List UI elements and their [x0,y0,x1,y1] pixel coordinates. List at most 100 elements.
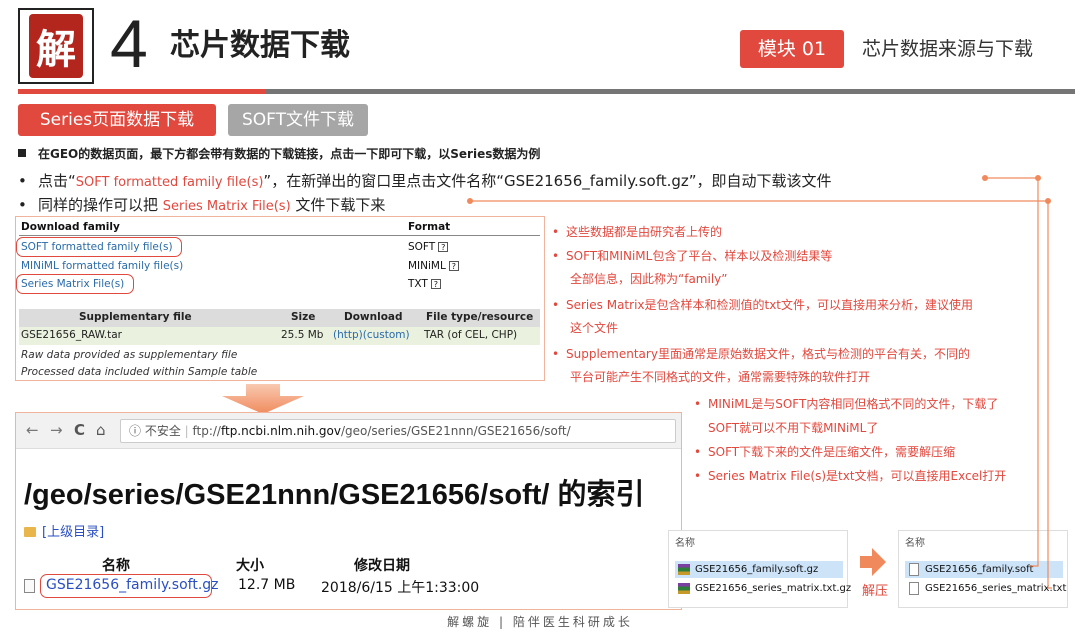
connector-dot [467,198,473,204]
note-bullet: • [552,298,560,312]
square-bullet-icon [18,149,26,157]
note-uploaded: • 这些数据都是由研究者上传的 [552,224,722,240]
url-host: ftp.ncbi.nlm.nih.gov [220,424,341,438]
bullet-soft-pre: 点击“ [38,172,76,190]
file-row-matrix-gz[interactable]: GSE21656_series_matrix.txt.gz [675,580,851,597]
header-divider [19,235,540,236]
footer: 解螺旋 | 陪伴医生科研成长 [447,615,633,629]
format-label: MINiML [408,260,446,272]
module-badge: 模块 01 [740,30,844,68]
parent-directory-link[interactable]: [上级目录] [24,521,104,540]
bullet-soft: • 点击“SOFT formatted family file(s)”，在新弹出的… [18,170,832,191]
note-text: 这些数据都是由研究者上传的 [566,225,723,239]
connector-dot [1045,198,1051,204]
note-text: SOFT和MINiML包含了平台、样本以及检测结果等 [566,249,833,263]
col-supplementary-file: Supplementary file [79,311,192,323]
file-name: GSE21656_series_matrix.txt [925,583,1067,594]
supp-file-type: TAR (of CEL, CHP) [424,329,518,341]
file-icon [24,579,35,593]
connector-line [1030,178,1039,567]
col-file-type: File type/resource [426,311,534,323]
module-name: 芯片数据来源与下载 [862,38,1034,60]
note-text: Series Matrix是包含样本和检测值的txt文件，可以直接用来分析，建议… [566,298,974,312]
format-label: TXT [408,278,428,290]
address-bar: ← → C ⌂ ⓘ 不安全 | ftp://ftp.ncbi.nlm.nih.g… [16,413,681,449]
url-prefix: ftp:// [192,424,221,438]
bullet-dot: • [18,196,27,214]
help-icon[interactable]: ? [448,261,459,271]
col-size: 大小 [236,558,264,574]
file-row-soft-gz[interactable]: GSE21656_family.soft.gz [675,561,843,578]
highlight-oval-file [40,574,212,598]
note-family: 全部信息，因此称为“family” [570,272,728,286]
down-arrow-icon [222,384,304,414]
explorer-header: 名称 [675,538,695,549]
help-icon[interactable]: ? [430,279,441,289]
note-bullet: • [694,445,702,459]
format-label: SOFT [408,241,436,253]
bullet-soft-post: ”，在新弹出的窗口里点击文件名称“GSE21656_family.soft.gz… [263,172,832,190]
header-rule [265,89,1075,94]
chapter-number: 4 [110,6,148,82]
geo-download-panel: Download family Format SOFT formatted fa… [15,216,545,381]
logo-char: 解 [36,26,76,73]
security-indicator[interactable]: ⓘ 不安全 [129,424,181,438]
url-path: /geo/series/GSE21nnn/GSE21656/soft/ [340,424,571,438]
note-bullet: • [552,347,560,361]
file-name: GSE21656_family.soft [925,564,1034,575]
col-modified: 修改日期 [354,558,410,574]
bullet-intro: 在GEO的数据页面，最下方都会带有数据的下载链接，点击一下即可下载，以Serie… [18,145,540,162]
forward-icon[interactable]: → [50,421,63,439]
format-header: Format [408,221,451,233]
archive-icon [678,564,690,575]
bullet-soft-highlight: SOFT formatted family file(s) [75,175,264,190]
note-text: Supplementary里面通常是原始数据文件，格式与检测的平台有关，不同的 [566,347,970,361]
note-soft-miniml: • SOFT和MINiML包含了平台、样本以及检测结果等 [552,248,832,264]
unzip-label: 解压 [862,584,889,599]
unzip-arrow-icon [860,548,886,576]
miniml-family-link[interactable]: MINiML formatted family file(s) [21,260,183,272]
subnote-miniml: • MINiML是与SOFT内容相同但格式不同的文件，下载了 [694,396,998,412]
page-title: /geo/series/GSE21nnn/GSE21656/soft/ 的索引 [24,479,645,511]
processed-data-note: Processed data included within Sample ta… [21,366,258,378]
supp-file-name: GSE21656_RAW.tar [21,329,122,341]
folder-up-icon [24,527,36,537]
document-icon [909,563,919,576]
bullet-matrix-highlight: Series Matrix File(s) [162,199,291,214]
note-bullet: • [552,249,560,263]
note-text: SOFT下载下来的文件是压缩文件，需要解压缩 [708,445,956,459]
highlight-oval-matrix [16,274,134,294]
tab-series-download[interactable]: Series页面数据下载 [18,104,216,136]
col-download: Download [344,311,403,323]
reload-icon[interactable]: C [74,421,85,439]
highlight-oval-soft [16,237,182,257]
explorer-compressed: 名称 GSE21656_family.soft.gz GSE21656_seri… [668,530,851,608]
url-field[interactable]: ⓘ 不安全 | ftp://ftp.ncbi.nlm.nih.gov/geo/s… [120,419,676,443]
tab-soft-download[interactable]: SOFT文件下载 [228,104,368,136]
archive-icon [678,583,690,594]
back-icon[interactable]: ← [26,421,39,439]
note-bullet: • [694,397,702,411]
raw-data-note: Raw data provided as supplementary file [21,349,238,361]
col-size: Size [291,311,316,323]
note-supplementary: • Supplementary里面通常是原始数据文件，格式与检测的平台有关，不同的 [552,346,970,362]
parent-directory-label: [上级目录] [42,525,105,540]
connector-dot [1035,175,1041,181]
file-row-matrix-txt[interactable]: GSE21656_series_matrix.txt [905,580,1067,597]
txt-format: TXT? [408,278,441,290]
note-bullet: • [694,469,702,483]
download-family-header: Download family [21,221,120,233]
bullet-dot: • [18,172,27,190]
file-row-soft[interactable]: GSE21656_family.soft [905,561,1063,578]
note-recommend: 这个文件 [570,321,619,335]
supp-download-links[interactable]: (http)(custom) [333,329,410,341]
file-name: GSE21656_family.soft.gz [695,564,819,575]
note-platform: 平台可能产生不同格式的文件，通常需要特殊的软件打开 [570,370,871,384]
bullet-intro-text: 在GEO的数据页面，最下方都会带有数据的下载链接，点击一下即可下载，以Serie… [38,147,541,161]
explorer-header: 名称 [905,538,925,549]
home-icon[interactable]: ⌂ [96,421,106,439]
document-icon [909,582,919,595]
supplementary-row: GSE21656_RAW.tar 25.5 Mb (http)(custom) … [19,327,540,345]
logo: 解 [18,8,94,84]
help-icon[interactable]: ? [438,242,449,252]
